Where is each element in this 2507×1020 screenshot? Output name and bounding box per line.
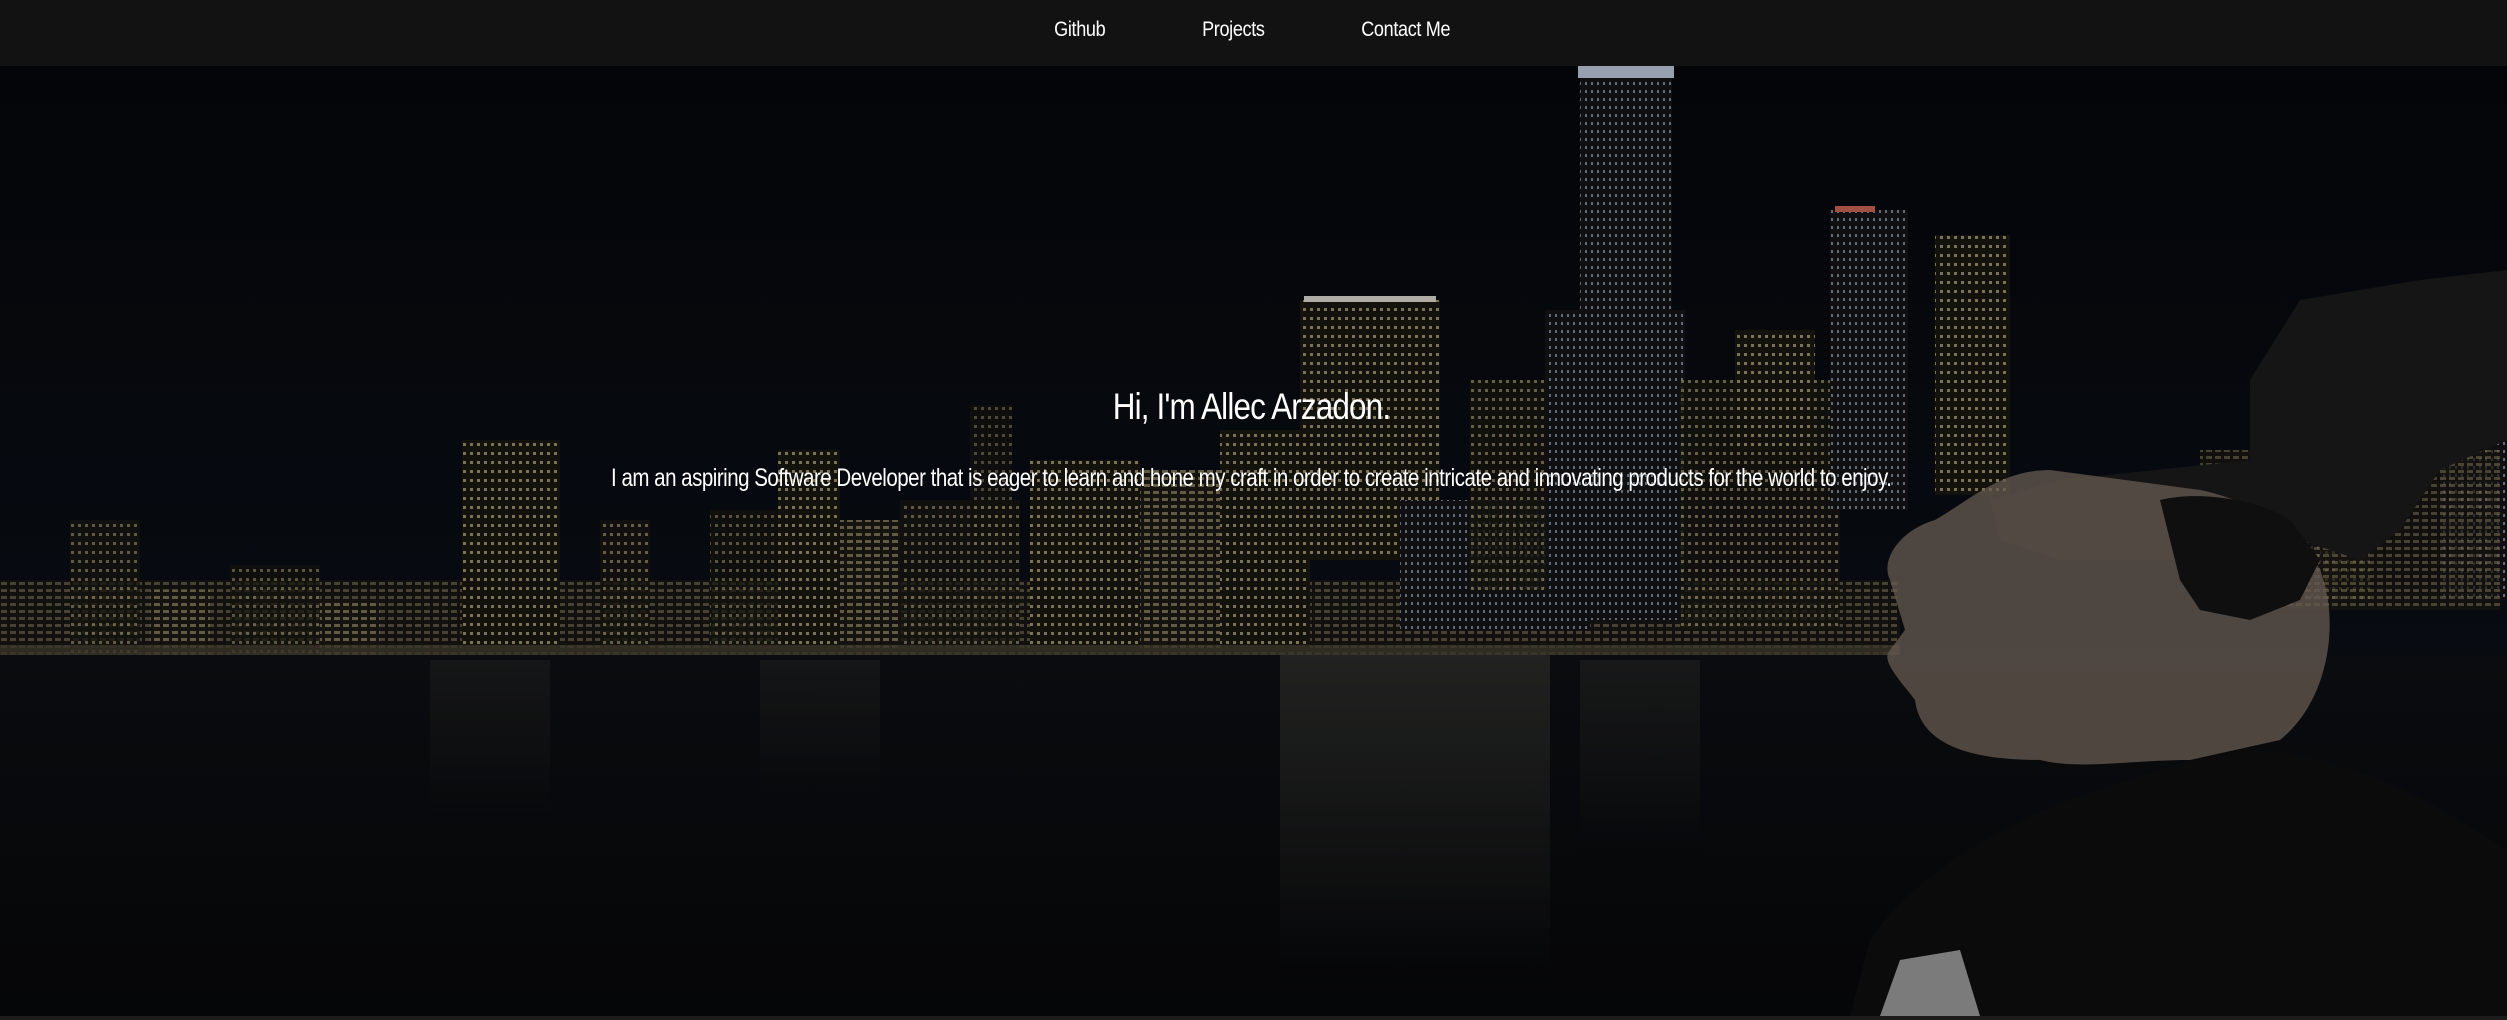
hero-section: Hi, I'm Allec Arzadon. I am an aspiring … bbox=[0, 66, 2507, 1016]
nav-link-github[interactable]: Github bbox=[1054, 0, 1106, 60]
hero-background-image bbox=[0, 66, 2507, 1016]
nav-link-contact[interactable]: Contact Me bbox=[1361, 0, 1450, 60]
top-navbar: Github Projects Contact Me bbox=[0, 0, 2507, 66]
hero-subtitle: I am an aspiring Software Developer that… bbox=[611, 464, 1892, 492]
bottom-strip bbox=[0, 1016, 2507, 1020]
nav-link-projects[interactable]: Projects bbox=[1202, 0, 1265, 60]
hero-title: Hi, I'm Allec Arzadon. bbox=[1112, 386, 1391, 427]
